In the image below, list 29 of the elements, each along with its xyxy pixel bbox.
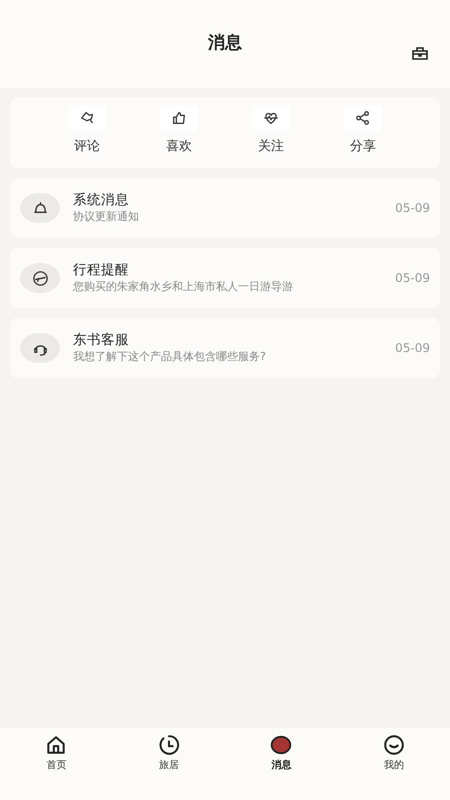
shortcut-button[interactable]: 分享 xyxy=(338,105,388,168)
message-date: 05-09 xyxy=(395,270,430,287)
tab-item[interactable]: 首页 xyxy=(0,734,112,776)
heart-pulse-icon xyxy=(263,110,279,126)
page-title: 消息 xyxy=(208,32,242,56)
tab-item[interactable]: 消息 xyxy=(225,734,338,776)
message-title: 系统消息 xyxy=(73,191,130,209)
clock-icon xyxy=(158,734,180,756)
thumbs-up-icon xyxy=(171,110,187,126)
tab-item[interactable]: 旅居 xyxy=(112,734,225,776)
message-item[interactable]: 系统消息 协议更新通知 05-09 xyxy=(10,178,440,238)
message-date: 05-09 xyxy=(395,200,430,217)
shortcut-button[interactable]: 喜欢 xyxy=(154,105,204,168)
message-title: 行程提醒 xyxy=(73,261,130,279)
tab-item[interactable]: 我的 xyxy=(338,734,450,776)
toolbox-button[interactable] xyxy=(410,44,430,62)
shortcut-button[interactable]: 关注 xyxy=(246,105,296,168)
message-preview: 协议更新通知 xyxy=(73,209,140,225)
chat-icon xyxy=(270,734,292,756)
smile-icon xyxy=(382,734,405,756)
message-date: 05-09 xyxy=(395,340,430,357)
message-preview: 您购买的朱家角水乡和上海市私人一日游导游 xyxy=(73,279,294,295)
message-item[interactable]: 东书客服 我想了解下这个产品具体包含哪些服务? 05-09 xyxy=(10,318,440,378)
shortcut-button[interactable]: 评论 xyxy=(62,105,112,168)
home-icon xyxy=(45,734,68,756)
message-item[interactable]: 行程提醒 您购买的朱家角水乡和上海市私人一日游导游 05-09 xyxy=(10,248,440,308)
message-title: 东书客服 xyxy=(73,331,130,349)
message-preview: 我想了解下这个产品具体包含哪些服务? xyxy=(73,349,267,365)
share-icon xyxy=(355,110,371,126)
